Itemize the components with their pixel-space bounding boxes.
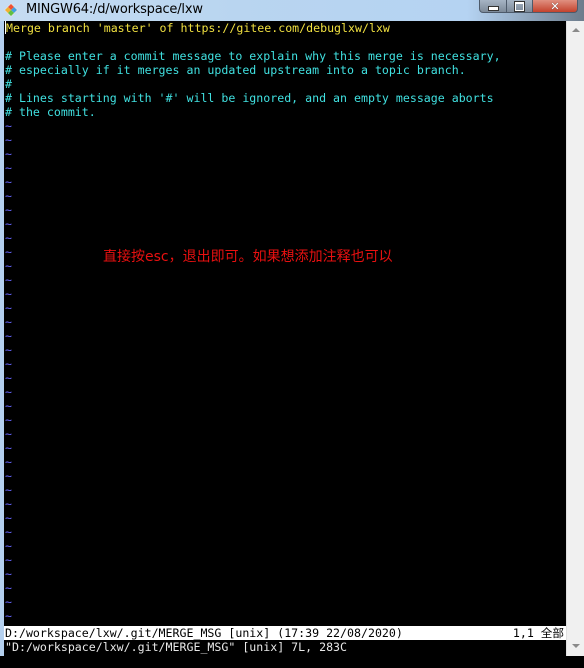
close-icon: ✕ bbox=[550, 0, 560, 13]
maximize-button[interactable] bbox=[507, 0, 533, 13]
empty-line-tilde: ~ bbox=[5, 511, 12, 525]
editor-line-text: # bbox=[5, 77, 12, 91]
empty-line-tilde: ~ bbox=[5, 175, 12, 189]
empty-line-tilde: ~ bbox=[5, 385, 12, 399]
empty-line-tilde: ~ bbox=[5, 427, 12, 441]
empty-line-tilde: ~ bbox=[5, 189, 12, 203]
empty-line-tilde: ~ bbox=[5, 553, 12, 567]
empty-line-tilde: ~ bbox=[5, 133, 12, 147]
editor-line-text: # Please enter a commit message to expla… bbox=[5, 49, 501, 63]
statusline-position: 1,1 全部 bbox=[512, 626, 564, 640]
empty-line-tilde: ~ bbox=[5, 315, 12, 329]
minimize-button[interactable] bbox=[479, 0, 507, 13]
empty-line-tilde: ~ bbox=[5, 469, 12, 483]
empty-line-tilde: ~ bbox=[5, 497, 12, 511]
editor-line: # the commit. bbox=[4, 105, 566, 119]
empty-line-tilde: ~ bbox=[5, 609, 12, 623]
vertical-scrollbar[interactable] bbox=[566, 21, 584, 656]
empty-line-tilde: ~ bbox=[5, 455, 12, 469]
empty-line-tilde: ~ bbox=[5, 119, 12, 133]
title-bar[interactable]: MINGW64:/d/workspace/lxw ✕ bbox=[0, 0, 584, 21]
annotation-text: 直接按esc，退出即可。如果想添加注释也可以 bbox=[103, 249, 393, 265]
editor-line-text: Merge branch 'master' of https://gitee.c… bbox=[6, 21, 390, 35]
minimize-icon bbox=[487, 5, 499, 11]
statusline-file-info: D:/workspace/lxw/.git/MERGE_MSG [unix] (… bbox=[5, 626, 403, 640]
editor-line-text: # especially if it merges an updated ups… bbox=[5, 63, 466, 77]
empty-line-tilde: ~ bbox=[5, 161, 12, 175]
empty-line-tilde: ~ bbox=[5, 525, 12, 539]
editor-line: # bbox=[4, 77, 566, 91]
scroll-up-arrow-icon bbox=[571, 27, 580, 32]
empty-line-tilde: ~ bbox=[5, 595, 12, 609]
empty-line-tilde: ~ bbox=[5, 441, 12, 455]
empty-line-tilde: ~ bbox=[5, 147, 12, 161]
empty-line-tilde: ~ bbox=[5, 567, 12, 581]
editor-line: # especially if it merges an updated ups… bbox=[4, 63, 566, 77]
empty-line-tilde: ~ bbox=[5, 581, 12, 595]
empty-line-tilde: ~ bbox=[5, 539, 12, 553]
empty-line-tilde: ~ bbox=[5, 203, 12, 217]
window-title: MINGW64:/d/workspace/lxw bbox=[26, 2, 203, 17]
empty-line-tilde: ~ bbox=[5, 399, 12, 413]
empty-line-tilde: ~ bbox=[5, 217, 12, 231]
window-controls: ✕ bbox=[479, 0, 578, 14]
vim-statusline: D:/workspace/lxw/.git/MERGE_MSG [unix] (… bbox=[4, 626, 566, 640]
empty-line-tilde: ~ bbox=[5, 273, 12, 287]
editor-line-text: # the commit. bbox=[5, 105, 96, 119]
editor-line-text: # Lines starting with '#' will be ignore… bbox=[5, 91, 494, 105]
editor-line: Merge branch 'master' of https://gitee.c… bbox=[4, 21, 566, 35]
empty-line-tilde: ~ bbox=[5, 329, 12, 343]
empty-line-tilde: ~ bbox=[5, 343, 12, 357]
git-bash-icon bbox=[4, 3, 18, 17]
vim-message-line: "D:/workspace/lxw/.git/MERGE_MSG" [unix]… bbox=[5, 640, 348, 654]
empty-line-tilde: ~ bbox=[5, 231, 12, 245]
editor-line: # Lines starting with '#' will be ignore… bbox=[4, 91, 566, 105]
empty-line-tilde: ~ bbox=[5, 483, 12, 497]
editor-line: # Please enter a commit message to expla… bbox=[4, 49, 566, 63]
empty-line-tilde: ~ bbox=[5, 301, 12, 315]
scroll-down-arrow-icon bbox=[571, 643, 580, 648]
maximize-icon bbox=[514, 0, 525, 12]
vim-editor[interactable]: Merge branch 'master' of https://gitee.c… bbox=[4, 21, 566, 656]
empty-line-tilde: ~ bbox=[5, 413, 12, 427]
close-button[interactable]: ✕ bbox=[533, 0, 578, 13]
scroll-up-button[interactable] bbox=[567, 21, 584, 38]
empty-line-tilde: ~ bbox=[5, 371, 12, 385]
empty-line-tilde: ~ bbox=[5, 287, 12, 301]
scroll-down-button[interactable] bbox=[567, 637, 584, 654]
empty-line-tilde: ~ bbox=[5, 357, 12, 371]
